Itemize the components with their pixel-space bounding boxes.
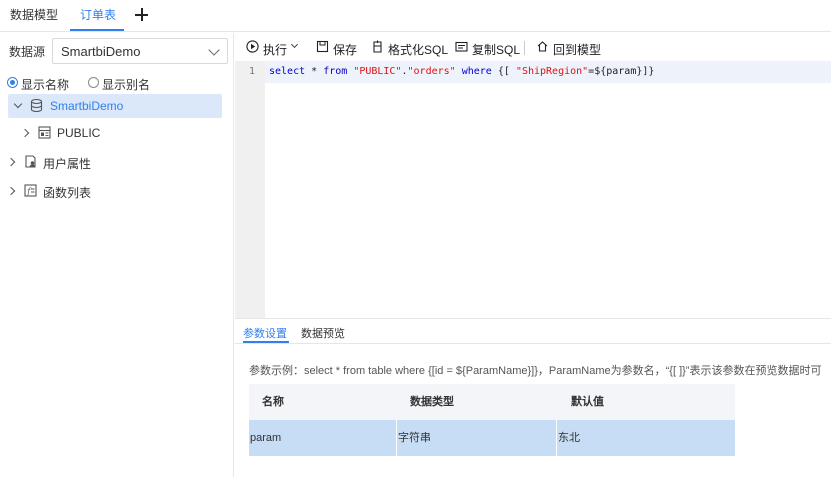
format-icon [373, 40, 382, 53]
datasource-select[interactable]: SmartbiDemo [52, 38, 228, 64]
sql-toolbar: 执行 保存 格式化SQL 复制SQL 回到模型 [235, 33, 831, 61]
radio-unchecked-icon [88, 77, 99, 88]
table-row[interactable]: param 字符串 东北 [249, 420, 735, 456]
tree-item-label: SmartbiDemo [50, 99, 124, 113]
add-tab-button[interactable] [134, 6, 150, 24]
code-keyword: from [323, 66, 348, 77]
code-text: * [305, 66, 324, 77]
database-icon [30, 99, 43, 112]
back-to-model-label: 回到模型 [553, 43, 602, 57]
radio-checked-icon [7, 77, 18, 88]
back-icon [537, 41, 548, 52]
save-label: 保存 [333, 43, 358, 57]
copy-sql-label: 复制SQL [472, 43, 521, 57]
tree-item-user-attributes[interactable]: 用户属性 [6, 150, 222, 174]
code-string: "orders" [407, 66, 456, 77]
active-code-line[interactable]: select * from "PUBLIC"."orders" where {[… [265, 61, 831, 83]
datasource-label: 数据源 [9, 45, 46, 59]
tree-item-function-list[interactable]: f 函数列表 [6, 179, 222, 203]
left-panel: 数据源 SmartbiDemo 显示名称 显示别名 SmartbiDemo PU… [0, 33, 234, 477]
sql-editor[interactable]: 1 select * from "PUBLIC"."orders" where … [235, 61, 831, 318]
toolbar-divider [524, 41, 525, 55]
run-label: 执行 [263, 43, 288, 57]
play-icon [246, 40, 259, 53]
code-string: "PUBLIC" [353, 66, 402, 77]
tab-data-preview[interactable]: 数据预览 [301, 325, 345, 341]
parameter-hint: 参数示例：select * from table where {[id = ${… [249, 365, 822, 377]
chevron-right-icon[interactable] [20, 128, 30, 138]
tab-data-model[interactable]: 数据模型 [10, 0, 58, 31]
code-string: "ShipRegion" [515, 66, 589, 77]
column-divider [556, 420, 557, 456]
user-attribute-icon [25, 155, 36, 168]
param-type-cell[interactable]: 字符串 [398, 420, 431, 456]
param-name-cell[interactable]: param [250, 420, 281, 456]
chevron-right-icon[interactable] [6, 186, 16, 196]
tree-item-label: 用户属性 [43, 157, 92, 171]
tab-orders[interactable]: 订单表 [80, 0, 116, 31]
radio-show-alias-label: 显示别名 [102, 78, 151, 92]
column-header-type: 数据类型 [410, 396, 454, 408]
tree-item-smartbidemo[interactable]: SmartbiDemo [8, 94, 222, 118]
table-header-row: 名称 数据类型 默认值 [249, 384, 735, 420]
column-header-default: 默认值 [571, 396, 604, 408]
code-text: =${param}]} [588, 66, 655, 77]
radio-show-name-label: 显示名称 [21, 78, 70, 92]
save-icon [316, 40, 329, 53]
chevron-down-icon[interactable] [13, 99, 23, 109]
param-default-cell[interactable]: 东北 [558, 420, 580, 456]
tree-item-label: 函数列表 [43, 186, 92, 200]
schema-icon [38, 126, 51, 139]
parameter-table: 名称 数据类型 默认值 param 字符串 东北 [249, 384, 735, 456]
format-sql-label: 格式化SQL [388, 43, 449, 57]
copy-icon [455, 41, 468, 52]
chevron-down-icon [290, 40, 299, 49]
code-keyword: select [269, 66, 306, 77]
line-gutter: 1 [235, 61, 265, 318]
code-keyword: where [461, 66, 492, 77]
active-tab-indicator [70, 29, 124, 31]
sql-code[interactable]: select * from "PUBLIC"."orders" where {[… [269, 66, 654, 77]
tree-item-label: PUBLIC [57, 126, 101, 140]
tab-bar: 数据模型 订单表 [0, 0, 831, 32]
active-tab-indicator [243, 341, 289, 343]
tab-parameter-settings[interactable]: 参数设置 [243, 325, 287, 341]
column-divider [396, 420, 397, 456]
code-text: {[ [491, 66, 516, 77]
line-number: 1 [249, 66, 256, 77]
tree-item-public[interactable]: PUBLIC [8, 121, 222, 145]
function-list-icon: f [24, 184, 37, 197]
bottom-tab-bar: 参数设置 数据预览 [235, 318, 831, 344]
chevron-down-icon [208, 44, 220, 56]
chevron-right-icon[interactable] [6, 157, 16, 167]
datasource-value: SmartbiDemo [61, 44, 141, 59]
column-header-name: 名称 [262, 396, 284, 408]
